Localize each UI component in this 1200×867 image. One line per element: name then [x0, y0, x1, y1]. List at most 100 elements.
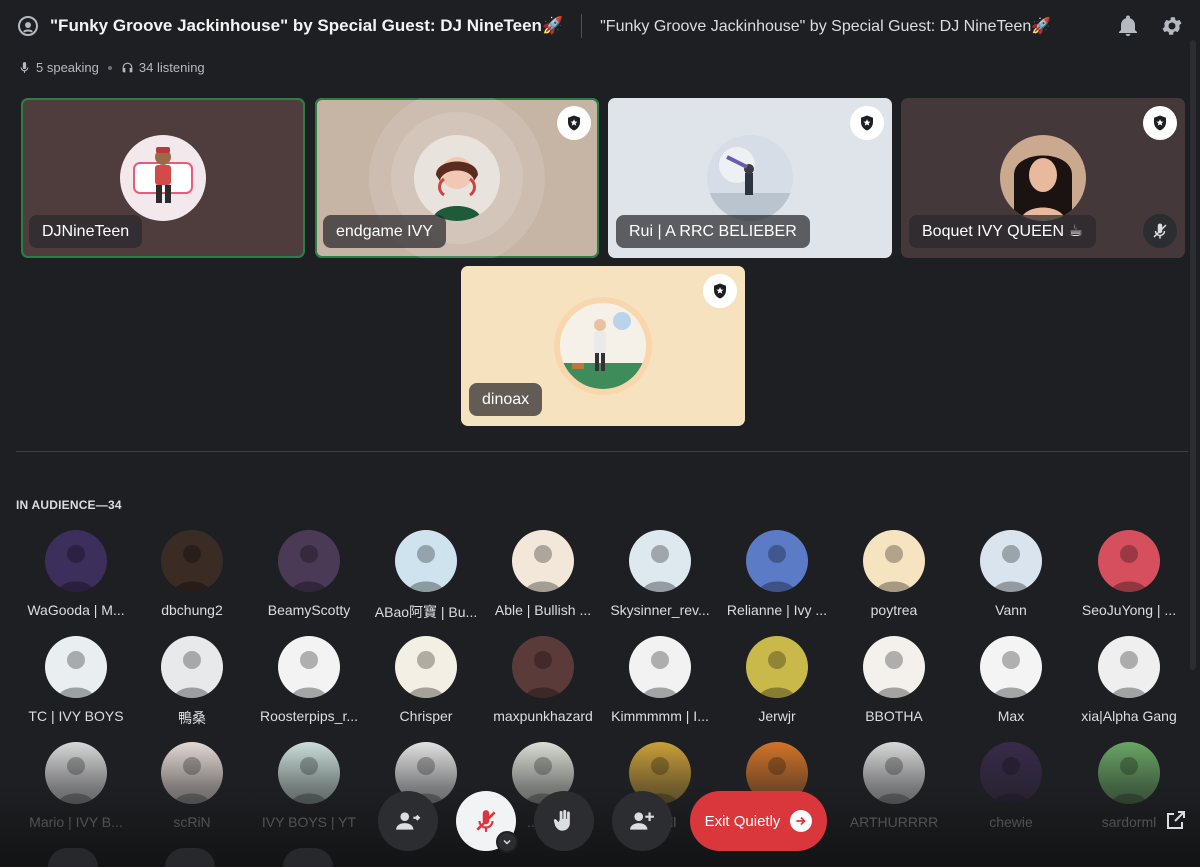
audience-member-name: IVY BOYS | YT	[261, 814, 357, 830]
audience-member[interactable]: dbchung2	[134, 530, 250, 618]
speaker-name: Rui | A RRC BELIEBER	[616, 215, 810, 248]
audience-member-name: Able | Bullish ...	[494, 602, 592, 618]
audience-member[interactable]: xia|Alpha Gang	[1071, 636, 1187, 724]
avatar	[560, 303, 646, 389]
audience-member[interactable]: Kimmmmm | I...	[602, 636, 718, 724]
scrollbar[interactable]	[1190, 40, 1196, 670]
avatar	[863, 742, 925, 804]
audience-member-name: poytrea	[870, 602, 918, 618]
audience-member[interactable]: 鴨桑	[134, 636, 250, 728]
avatar	[278, 636, 340, 698]
stage-header: "Funky Groove Jackinhouse" by Special Gu…	[0, 0, 1200, 52]
audience-member[interactable]: ABao阿寶 | Bu...	[368, 530, 484, 622]
avatar	[161, 742, 223, 804]
audience-heading: IN AUDIENCE—34	[16, 498, 122, 512]
audience-member[interactable]: Relianne | Ivy ...	[719, 530, 835, 618]
moderator-badge	[850, 106, 884, 140]
speaker-name: endgame IVY	[323, 215, 446, 248]
avatar	[414, 135, 500, 221]
audience-member-name: Skysinner_rev...	[610, 602, 710, 618]
audience-member-name: 鴨桑	[178, 710, 206, 726]
audience-member[interactable]: Vann	[953, 530, 1069, 618]
stage-title: "Funky Groove Jackinhouse" by Special Gu…	[50, 16, 564, 35]
invite-button[interactable]	[612, 791, 672, 851]
shield-star-icon	[861, 115, 873, 131]
audience-member-name: dbchung2	[161, 602, 223, 618]
audience-member[interactable]: maxpunkhazard	[485, 636, 601, 724]
audience-member-name: Chrisper	[399, 708, 453, 724]
avatar	[863, 636, 925, 698]
audience-member-name: BeamyScotty	[267, 602, 351, 618]
request-to-speak-button[interactable]	[534, 791, 594, 851]
avatar	[45, 530, 107, 592]
audience-member[interactable]: Jerwjr	[719, 636, 835, 724]
audience-member[interactable]: poytrea	[836, 530, 952, 618]
audience-member-name: Jerwjr	[758, 708, 796, 724]
audience-member-name: TC | IVY BOYS	[28, 708, 124, 724]
audience-member[interactable]: Max	[953, 636, 1069, 724]
section-divider	[16, 451, 1188, 452]
avatar	[1000, 135, 1086, 221]
audience-member-name: Relianne | Ivy ...	[726, 602, 828, 618]
audience-member[interactable]: Chrisper	[368, 636, 484, 724]
speaker-name: dinoax	[469, 383, 543, 416]
audience-member-name: scRiN	[173, 814, 211, 830]
audience-member-name: Roosterpips_r...	[259, 708, 359, 724]
audience-member[interactable]: Skysinner_rev...	[602, 530, 718, 618]
raise-hand-icon	[553, 809, 570, 831]
speaker-tile-rui[interactable]: Rui | A RRC BELIEBER	[608, 98, 892, 258]
avatar	[980, 742, 1042, 804]
audience-member[interactable]: Able | Bullish ...	[485, 530, 601, 618]
exit-label: Exit Quietly	[704, 812, 781, 830]
gear-icon[interactable]	[1160, 14, 1184, 38]
avatar	[161, 636, 223, 698]
audience-member[interactable]: TC | IVY BOYS	[18, 636, 134, 724]
shield-star-icon	[568, 115, 580, 131]
audience-member[interactable]: BeamyScotty	[251, 530, 367, 618]
avatar	[746, 636, 808, 698]
audio-options-button[interactable]	[496, 831, 518, 853]
shield-star-icon	[714, 283, 726, 299]
audience-member-name: chewie	[989, 814, 1033, 830]
audience-member[interactable]: scRiN	[134, 742, 250, 830]
audience-member-name: Kimmmmm | I...	[611, 708, 709, 724]
audience-member[interactable]: Roosterpips_r...	[251, 636, 367, 724]
avatar	[512, 636, 574, 698]
shield-star-icon	[1154, 115, 1166, 131]
add-user-icon	[630, 812, 654, 830]
avatar	[395, 530, 457, 592]
microphone-muted-icon	[1153, 223, 1167, 239]
avatar	[980, 636, 1042, 698]
bell-icon[interactable]	[1116, 14, 1140, 38]
move-to-audience-button[interactable]	[378, 791, 438, 851]
audience-member[interactable]: SeoJuYong | ...	[1071, 530, 1187, 618]
microphone-icon	[20, 62, 29, 73]
speaker-tile-endgame-ivy[interactable]: endgame IVY	[315, 98, 599, 258]
audience-member[interactable]: BBOTHA	[836, 636, 952, 724]
popout-icon[interactable]	[1164, 808, 1188, 832]
header-divider	[581, 14, 583, 38]
avatar	[863, 530, 925, 592]
audience-member[interactable]: IVY BOYS | YT	[251, 742, 367, 830]
avatar	[1098, 742, 1160, 804]
speaker-tile-dinoax[interactable]: dinoax	[461, 266, 745, 426]
audience-member[interactable]: Mario | IVY B...	[18, 742, 134, 830]
avatar	[45, 636, 107, 698]
audience-member[interactable]: WaGooda | M...	[18, 530, 134, 618]
audience-member[interactable]: chewie	[953, 742, 1069, 830]
audience-member-name: maxpunkhazard	[493, 708, 593, 724]
headphones-icon	[122, 62, 133, 73]
mute-toggle-button[interactable]	[456, 791, 518, 853]
audience-member-name: SeoJuYong | ...	[1081, 602, 1177, 618]
moderator-badge	[703, 274, 737, 308]
stage-stats: 5 speaking 34 listening	[18, 60, 205, 75]
microphone-muted-icon	[476, 810, 496, 832]
speaking-count: 5 speaking	[36, 60, 99, 75]
speaker-tile-boquet[interactable]: Boquet IVY QUEEN ☕	[901, 98, 1185, 258]
user-move-icon	[396, 812, 421, 830]
exit-quietly-button[interactable]: Exit Quietly	[690, 791, 827, 851]
avatar	[980, 530, 1042, 592]
avatar	[629, 530, 691, 592]
audience-member[interactable]: ARTHURRRR	[836, 742, 952, 830]
speaker-tile-djnineteen[interactable]: DJNineTeen	[21, 98, 305, 258]
